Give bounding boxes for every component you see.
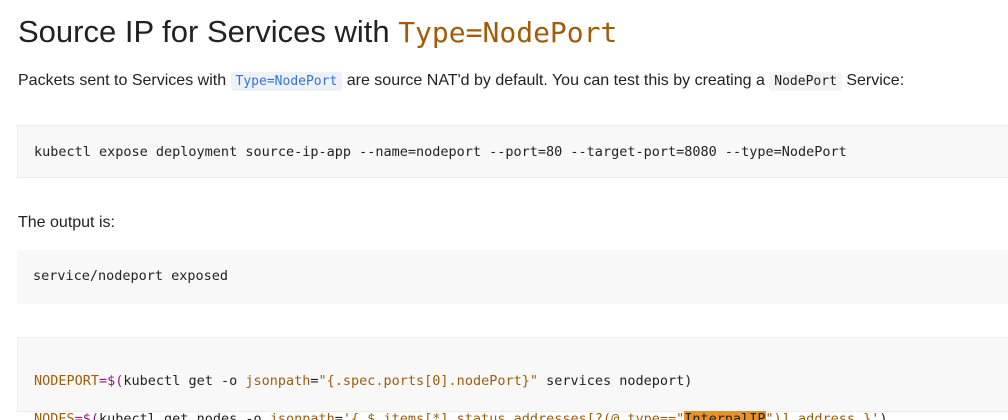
jsonpath-string: "{.spec.ports[0].nodePort}": [318, 373, 538, 389]
output-text: service/nodeport exposed: [33, 268, 229, 284]
internalip-highlight: InternalIP: [684, 411, 766, 420]
heading-text: Source IP for Services with: [18, 14, 399, 49]
jsonpath-flag: jsonpath: [269, 411, 335, 420]
env-vars-command-block[interactable]: NODEPORT=$(kubectl get -o jsonpath="{.sp…: [17, 337, 1008, 420]
equals: =: [310, 373, 319, 389]
equals: =: [334, 411, 343, 420]
nodeport-var-line: NODEPORT=$(kubectl get -o jsonpath="{.sp…: [34, 372, 1008, 391]
jsonpath-string-start: '{ $.items[*].status.addresses[?(@.type=…: [342, 411, 685, 420]
jsonpath-flag: jsonpath: [245, 373, 311, 389]
subshell-open: =$(: [99, 373, 124, 389]
intro-text-2: are source NAT'd by default. You can tes…: [342, 72, 770, 89]
expose-command: kubectl expose deployment source-ip-app …: [34, 144, 847, 160]
nodeport-var: NODEPORT: [34, 373, 100, 389]
jsonpath-string-end: ")].address }': [765, 411, 880, 420]
command-rest: ): [879, 411, 888, 420]
expose-command-block[interactable]: kubectl expose deployment source-ip-app …: [17, 125, 1008, 178]
intro-text-3: Service:: [841, 72, 905, 89]
intro-text-1: Packets sent to Services with: [18, 72, 231, 89]
nodeport-type-link[interactable]: Type=NodePort: [230, 72, 343, 91]
nodes-var: NODES: [34, 411, 75, 420]
intro-paragraph: Packets sent to Services with Type=NodeP…: [18, 70, 904, 93]
subshell-open: =$(: [74, 411, 100, 420]
output-block[interactable]: service/nodeport exposed: [17, 250, 1008, 304]
command-rest: services nodeport): [537, 373, 693, 389]
get-nodes-cmd: kubectl get nodes -o: [99, 411, 270, 420]
nodes-var-line: NODES=$(kubectl get nodes -o jsonpath='{…: [34, 410, 1008, 420]
section-heading: Source IP for Services with Type=NodePor…: [18, 10, 617, 55]
nodeport-inline-code: NodePort: [769, 72, 842, 91]
output-label: The output is:: [18, 214, 115, 231]
heading-code: Type=NodePort: [398, 16, 618, 49]
get-cmd: kubectl get -o: [123, 373, 246, 389]
